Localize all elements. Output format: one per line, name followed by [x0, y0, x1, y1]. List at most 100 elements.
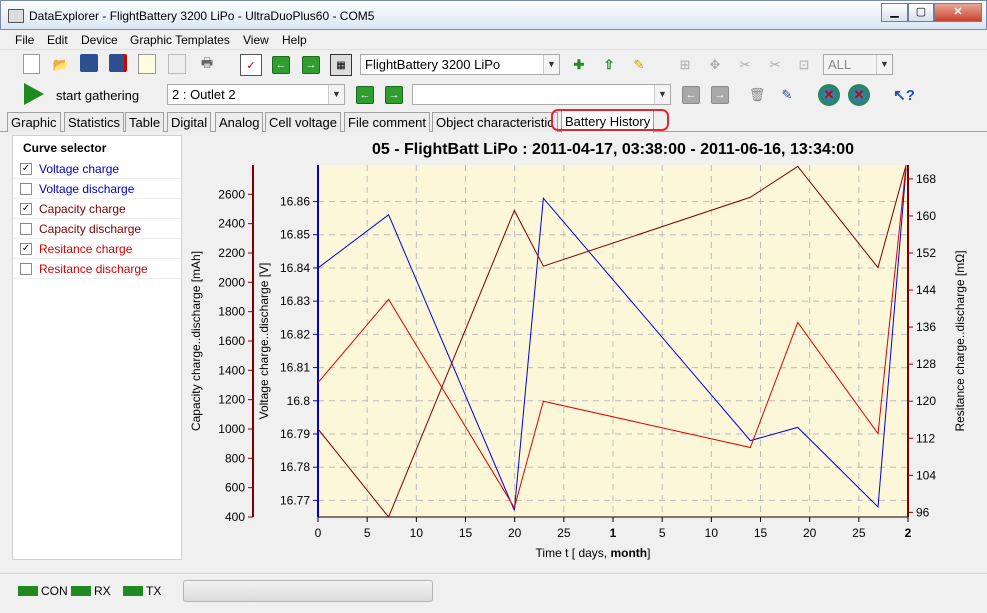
- zoom-icon[interactable]: ⊞: [674, 54, 696, 76]
- rx-label: RX: [94, 584, 111, 598]
- tab-object-characteristic[interactable]: Object characteristic: [432, 112, 558, 132]
- x-tick-label: 2: [905, 526, 912, 540]
- copy-icon[interactable]: [168, 54, 186, 74]
- help-icon[interactable]: ↖?: [893, 84, 915, 106]
- pan-icon[interactable]: ✥: [704, 54, 726, 76]
- start-gathering-button[interactable]: start gathering: [56, 88, 139, 103]
- progress-bar: [183, 580, 433, 602]
- toolbar-data: start gathering 2 : Outlet 2 ▼ ← → ▼ ← →…: [0, 80, 987, 110]
- tab-table[interactable]: Table: [125, 112, 165, 132]
- status-bar: CON RX TX: [0, 573, 987, 613]
- add-channel-icon[interactable]: ✚: [568, 54, 590, 76]
- open-folder-icon[interactable]: 📂: [50, 54, 72, 76]
- close-icon[interactable]: ✕: [934, 3, 982, 22]
- checkbox-checked-icon[interactable]: ✓: [20, 243, 32, 255]
- next-record-icon[interactable]: →: [711, 86, 729, 104]
- x-tick-label: 25: [557, 526, 571, 540]
- cut-right-icon[interactable]: ✂: [764, 54, 786, 76]
- menu-view[interactable]: View: [243, 33, 269, 47]
- web-disabled-icon[interactable]: ✕: [818, 84, 840, 106]
- y-tick-label-capacity: 2400: [218, 217, 245, 231]
- minimize-icon[interactable]: ▁: [881, 3, 908, 22]
- checkbox-checked-icon[interactable]: ✓: [20, 163, 32, 175]
- export-icon[interactable]: ⇧: [598, 54, 620, 76]
- y-axis-label-resistance: Resitance charge..discharge [mΩ]: [953, 250, 967, 431]
- print-icon[interactable]: 🖶: [196, 54, 218, 76]
- prev-record-icon[interactable]: ←: [682, 86, 700, 104]
- device-config-value: FlightBattery 3200 LiPo: [365, 57, 501, 72]
- start-gathering-icon[interactable]: [24, 83, 44, 105]
- x-tick-label: 5: [364, 526, 371, 540]
- tab-cell-voltage[interactable]: Cell voltage: [265, 112, 341, 132]
- y-tick-label-resistance: 112: [916, 431, 935, 445]
- y-tick-label-resistance: 96: [916, 505, 930, 519]
- tab-digital[interactable]: Digital: [167, 112, 212, 132]
- x-tick-label: 10: [705, 526, 719, 540]
- delete-icon[interactable]: 🗑: [746, 84, 768, 106]
- web-download-disabled-icon[interactable]: ✕: [848, 84, 870, 106]
- x-tick-label: 15: [754, 526, 768, 540]
- app-icon: [8, 9, 24, 23]
- tab-analog[interactable]: Analog: [215, 112, 264, 132]
- checkbox-checked-icon[interactable]: ✓: [20, 203, 32, 215]
- save-icon[interactable]: [80, 54, 98, 72]
- fit-icon[interactable]: ⊡: [793, 54, 815, 76]
- record-select[interactable]: ▼: [412, 84, 671, 105]
- checkbox-unchecked-icon[interactable]: [20, 183, 32, 195]
- curve-item-label: Voltage discharge: [39, 182, 135, 196]
- y-tick-label-voltage: 16.83: [280, 294, 310, 308]
- save-as-icon[interactable]: [109, 54, 127, 72]
- y-tick-label-capacity: 2000: [218, 275, 245, 289]
- menu-help[interactable]: Help: [282, 33, 307, 47]
- menu-device[interactable]: Device: [81, 33, 118, 47]
- x-tick-label: 15: [459, 526, 473, 540]
- curve-item[interactable]: ✓ Voltage charge: [13, 159, 181, 179]
- curve-item[interactable]: Resitance discharge: [13, 259, 181, 279]
- x-tick-label: 0: [315, 526, 322, 540]
- checkbox-unchecked-icon[interactable]: [20, 223, 32, 235]
- curve-item[interactable]: Voltage discharge: [13, 179, 181, 199]
- rx-indicator-icon: [71, 586, 91, 596]
- maximize-icon[interactable]: ▢: [908, 3, 934, 22]
- device-config-select[interactable]: FlightBattery 3200 LiPo ▼: [360, 54, 560, 75]
- battery-history-chart[interactable]: 05 - FlightBatt LiPo : 2011-04-17, 03:38…: [184, 135, 984, 567]
- curve-item[interactable]: Capacity discharge: [13, 219, 181, 239]
- menu-file[interactable]: File: [15, 33, 34, 47]
- tab-statistics[interactable]: Statistics: [64, 112, 125, 132]
- x-tick-label: 25: [852, 526, 866, 540]
- cut-left-icon[interactable]: ✂: [734, 54, 756, 76]
- new-file-icon[interactable]: [23, 54, 40, 74]
- y-tick-label-voltage: 16.78: [280, 460, 310, 474]
- next-outlet-icon[interactable]: →: [385, 86, 403, 104]
- tab-file-comment[interactable]: File comment: [344, 112, 431, 132]
- outlet-value: 2 : Outlet 2: [172, 87, 236, 102]
- curve-selector-title: Curve selector: [23, 141, 107, 155]
- properties-icon[interactable]: [138, 54, 156, 74]
- curve-item-label: Resitance charge: [39, 242, 133, 256]
- y-tick-label-resistance: 160: [916, 209, 936, 223]
- filter-select[interactable]: ALL ▼: [823, 54, 893, 75]
- y-axis-label-voltage: Voltage charge..discharge [V]: [257, 263, 271, 420]
- menu-graphic-templates[interactable]: Graphic Templates: [130, 33, 230, 47]
- checklist-icon[interactable]: ✓: [240, 54, 262, 76]
- menu-edit[interactable]: Edit: [47, 33, 68, 47]
- y-tick-label-voltage: 16.85: [280, 228, 310, 242]
- note-edit-icon[interactable]: ✎: [776, 84, 798, 106]
- next-device-icon[interactable]: →: [302, 56, 320, 74]
- curve-item[interactable]: ✓ Resitance charge: [13, 239, 181, 259]
- y-tick-label-resistance: 152: [916, 246, 936, 260]
- device-icon[interactable]: ▦: [330, 54, 352, 76]
- tx-indicator-icon: [123, 586, 143, 596]
- prev-outlet-icon[interactable]: ←: [356, 86, 374, 104]
- prev-device-icon[interactable]: ←: [272, 56, 290, 74]
- y-tick-label-voltage: 16.82: [280, 327, 310, 341]
- curve-item[interactable]: ✓ Capacity charge: [13, 199, 181, 219]
- edit-icon[interactable]: ✎: [628, 54, 650, 76]
- outlet-select[interactable]: 2 : Outlet 2 ▼: [167, 84, 345, 105]
- tab-graphic[interactable]: Graphic: [7, 112, 61, 132]
- curve-item-label: Capacity discharge: [39, 222, 142, 236]
- checkbox-unchecked-icon[interactable]: [20, 263, 32, 275]
- x-tick-label: 10: [410, 526, 424, 540]
- chevron-down-icon: ▼: [876, 55, 892, 74]
- x-tick-label: 20: [508, 526, 522, 540]
